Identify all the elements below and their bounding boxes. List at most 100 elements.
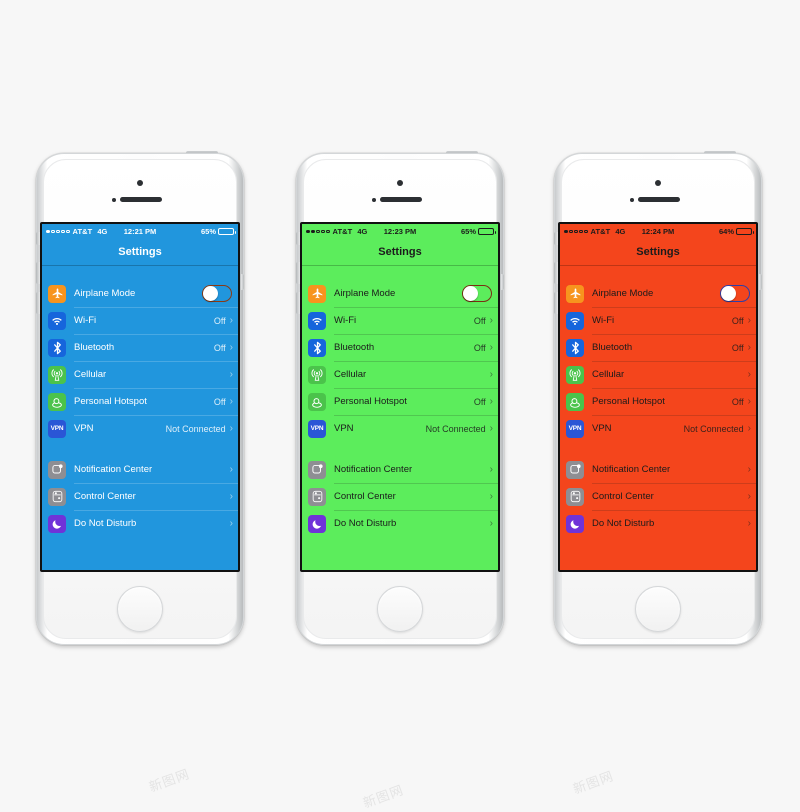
airplane-icon <box>566 284 584 303</box>
battery-icon <box>218 227 236 236</box>
signal-dot <box>316 229 320 234</box>
airplane-mode-toggle[interactable] <box>720 285 750 302</box>
settings-group-connectivity: Airplane Mode Wi-Fi Off › Bluetooth Off › Cellu… <box>560 280 756 442</box>
notification-center-label: Notification Center <box>74 464 153 475</box>
notification-center-label: Notification Center <box>592 464 671 475</box>
do-not-disturb-label: Do Not Disturb <box>74 518 137 529</box>
settings-row-cellular[interactable]: Cellular › <box>302 361 498 388</box>
chevron-right-icon: › <box>747 395 751 407</box>
settings-row-vpn[interactable]: VPN VPN Not Connected › <box>560 415 756 442</box>
cellular-label: Cellular <box>334 369 367 380</box>
airplane-mode-toggle[interactable] <box>462 285 492 302</box>
settings-row-personal-hotspot[interactable]: Personal Hotspot Off › <box>42 388 238 415</box>
watermark: 新图网 <box>361 783 406 812</box>
toggle-knob <box>720 285 736 301</box>
iphone-device: AT&T 4G 12:23 PM 65% Settings Airplane Mode Wi… <box>292 151 508 645</box>
front-camera-icon <box>397 180 403 186</box>
personal-hotspot-label: Personal Hotspot <box>334 396 407 407</box>
carrier-name: AT&T <box>332 227 353 236</box>
chevron-right-icon: › <box>229 368 233 380</box>
settings-row-cellular[interactable]: Cellular › <box>42 361 238 388</box>
settings-row-do-not-disturb[interactable]: Do Not Disturb › <box>42 510 238 537</box>
personal-hotspot-label: Personal Hotspot <box>74 396 147 407</box>
chevron-right-icon: › <box>489 490 493 502</box>
settings-row-vpn[interactable]: VPN VPN Not Connected › <box>302 415 498 442</box>
battery-status: 65% <box>461 227 496 236</box>
settings-row-notification-center[interactable]: Notification Center › <box>302 456 498 483</box>
status-bar: AT&T 4G 12:24 PM 64% <box>560 224 756 239</box>
settings-row-do-not-disturb[interactable]: Do Not Disturb › <box>560 510 756 537</box>
network-type: 4G <box>615 227 626 236</box>
settings-row-vpn[interactable]: VPN VPN Not Connected › <box>42 415 238 442</box>
vpn-value: Not Connected <box>165 423 226 434</box>
do-not-disturb-label: Do Not Disturb <box>334 518 397 529</box>
vpn-value: Not Connected <box>683 423 744 434</box>
settings-row-cellular[interactable]: Cellular › <box>560 361 756 388</box>
notification-center-icon <box>48 460 66 479</box>
sim-tray <box>241 274 244 290</box>
personal-hotspot-value: Off <box>731 396 744 407</box>
signal-dot <box>326 229 330 234</box>
settings-row-airplane-mode[interactable]: Airplane Mode <box>302 280 498 307</box>
proximity-sensor-icon <box>372 198 376 202</box>
wifi-icon <box>308 311 326 330</box>
status-bar: AT&T 4G 12:21 PM 65% <box>42 224 238 239</box>
settings-row-control-center[interactable]: Control Center › <box>560 483 756 510</box>
airplane-mode-label: Airplane Mode <box>74 288 136 299</box>
nav-bar-title: Settings <box>636 246 680 258</box>
signal-strength-icon <box>46 229 70 234</box>
screen-frame: AT&T 4G 12:23 PM 65% Settings Airplane Mode Wi… <box>300 222 500 572</box>
wifi-label: Wi-Fi <box>74 315 97 326</box>
airplane-mode-label: Airplane Mode <box>592 288 654 299</box>
settings-row-personal-hotspot[interactable]: Personal Hotspot Off › <box>560 388 756 415</box>
settings-row-airplane-mode[interactable]: Airplane Mode <box>42 280 238 307</box>
do-not-disturb-icon <box>48 514 66 533</box>
chevron-right-icon: › <box>489 341 493 353</box>
bluetooth-value: Off <box>473 342 486 353</box>
airplane-icon <box>308 284 326 303</box>
settings-row-wifi[interactable]: Wi-Fi Off › <box>560 307 756 334</box>
settings-row-control-center[interactable]: Control Center › <box>302 483 498 510</box>
settings-row-bluetooth[interactable]: Bluetooth Off › <box>302 334 498 361</box>
signal-strength-icon <box>306 229 330 234</box>
home-button[interactable] <box>377 586 423 632</box>
settings-row-bluetooth[interactable]: Bluetooth Off › <box>560 334 756 361</box>
home-button[interactable] <box>117 586 163 632</box>
chevron-right-icon: › <box>747 463 751 475</box>
settings-row-notification-center[interactable]: Notification Center › <box>42 456 238 483</box>
cellular-icon <box>48 365 66 384</box>
control-center-label: Control Center <box>592 491 654 502</box>
settings-row-notification-center[interactable]: Notification Center › <box>560 456 756 483</box>
bluetooth-icon <box>308 338 326 357</box>
chevron-right-icon: › <box>489 422 493 434</box>
vpn-value: Not Connected <box>425 423 486 434</box>
signal-dot <box>584 229 588 234</box>
settings-row-do-not-disturb[interactable]: Do Not Disturb › <box>302 510 498 537</box>
chevron-right-icon: › <box>229 422 233 434</box>
settings-group-connectivity: Airplane Mode Wi-Fi Off › Bluetooth Off › Cellu… <box>42 280 238 442</box>
home-button[interactable] <box>635 586 681 632</box>
vpn-label: VPN <box>334 423 354 434</box>
screen-frame: AT&T 4G 12:24 PM 64% Settings Airplane Mode Wi… <box>558 222 758 572</box>
settings-row-wifi[interactable]: Wi-Fi Off › <box>302 307 498 334</box>
vpn-label: VPN <box>74 423 94 434</box>
signal-dot <box>564 229 568 234</box>
settings-row-personal-hotspot[interactable]: Personal Hotspot Off › <box>302 388 498 415</box>
personal-hotspot-label: Personal Hotspot <box>592 396 665 407</box>
battery-icon <box>478 227 496 236</box>
settings-row-wifi[interactable]: Wi-Fi Off › <box>42 307 238 334</box>
signal-dot <box>579 229 583 234</box>
vpn-icon: VPN <box>566 419 584 438</box>
network-type: 4G <box>97 227 108 236</box>
settings-row-airplane-mode[interactable]: Airplane Mode <box>560 280 756 307</box>
watermark: 新图网 <box>147 767 192 796</box>
settings-row-bluetooth[interactable]: Bluetooth Off › <box>42 334 238 361</box>
do-not-disturb-icon <box>566 514 584 533</box>
airplane-mode-toggle[interactable] <box>202 285 232 302</box>
settings-row-control-center[interactable]: Control Center › <box>42 483 238 510</box>
airplane-mode-label: Airplane Mode <box>334 288 396 299</box>
signal-dot <box>56 229 60 234</box>
